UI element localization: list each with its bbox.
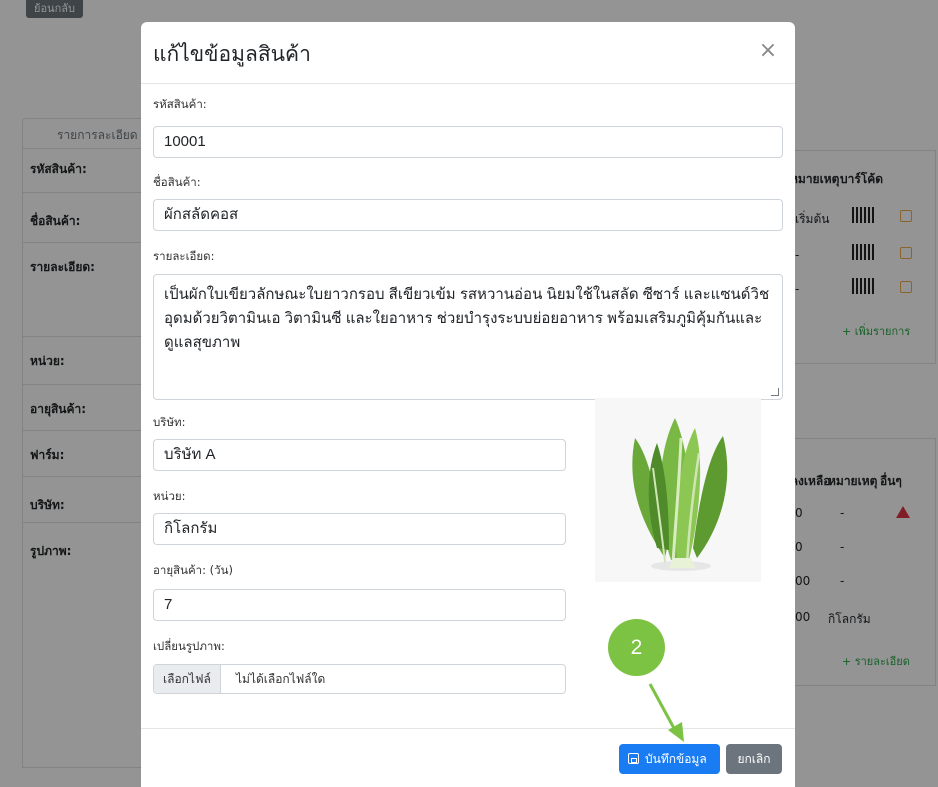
- product-image: [595, 398, 761, 582]
- company-input[interactable]: บริษัท A: [153, 439, 566, 471]
- close-icon[interactable]: ×: [757, 40, 779, 62]
- product-code-label: รหัสสินค้า:: [153, 97, 207, 111]
- unit-input[interactable]: กิโลกรัม: [153, 513, 566, 545]
- save-button[interactable]: บันทึกข้อมูล: [619, 744, 720, 774]
- product-code-input[interactable]: 10001: [153, 126, 783, 158]
- modal-header: แก้ไขข้อมูลสินค้า ×: [141, 22, 795, 84]
- description-textarea[interactable]: เป็นผักใบเขียวลักษณะใบยาวกรอบ สีเขียวเข้…: [153, 274, 783, 400]
- image-file-input[interactable]: เลือกไฟล์ ไม่ได้เลือกไฟล์ใด: [153, 664, 566, 694]
- shelf-life-label: อายุสินค้า: (วัน): [153, 563, 233, 577]
- cancel-button[interactable]: ยกเลิก: [726, 744, 782, 774]
- edit-product-modal: แก้ไขข้อมูลสินค้า × รหัสสินค้า: 10001 ชื…: [141, 22, 795, 787]
- unit-label: หน่วย:: [153, 489, 186, 503]
- pointer-arrow-icon: [648, 683, 684, 742]
- modal-title: แก้ไขข้อมูลสินค้า: [153, 43, 311, 66]
- step-number-badge: 2: [608, 619, 665, 676]
- save-button-label: บันทึกข้อมูล: [645, 752, 707, 766]
- choose-file-button[interactable]: เลือกไฟล์: [154, 665, 221, 693]
- product-name-input[interactable]: ผักสลัดคอส: [153, 199, 783, 231]
- shelf-life-input[interactable]: 7: [153, 589, 566, 621]
- description-label: รายละเอียด:: [153, 249, 215, 263]
- floppy-disk-icon: [628, 753, 639, 764]
- file-status-text: ไม่ได้เลือกไฟล์ใด: [236, 672, 326, 686]
- product-name-label: ชื่อสินค้า:: [153, 175, 201, 189]
- change-image-label: เปลี่ยนรูปภาพ:: [153, 639, 225, 653]
- company-label: บริษัท:: [153, 415, 186, 429]
- description-text: เป็นผักใบเขียวลักษณะใบยาวกรอบ สีเขียวเข้…: [164, 286, 770, 351]
- resize-handle-icon[interactable]: [771, 388, 779, 396]
